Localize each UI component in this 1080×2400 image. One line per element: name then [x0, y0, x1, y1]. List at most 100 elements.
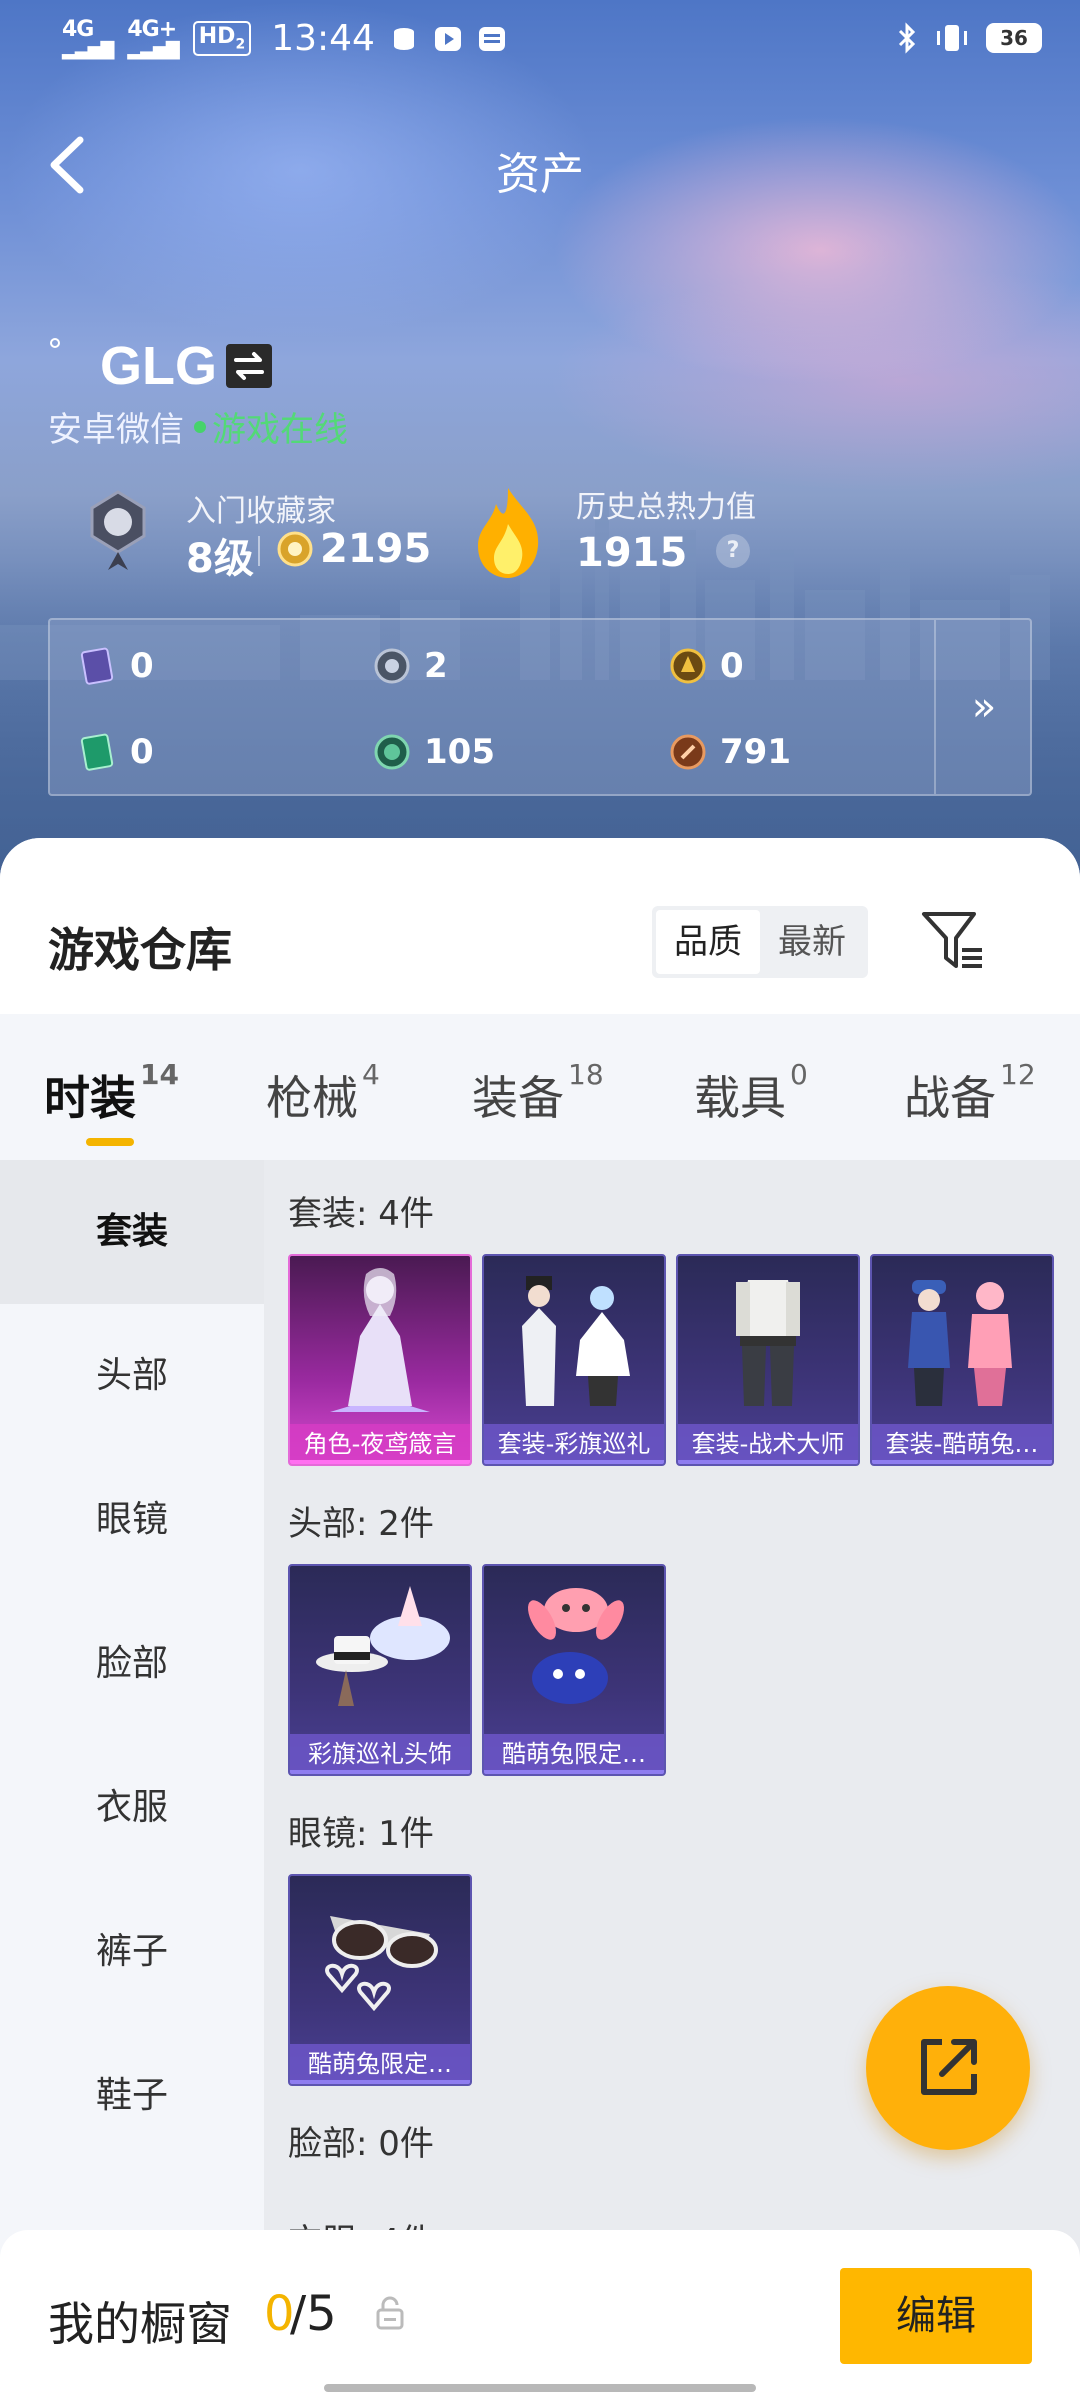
page-title: 资产	[496, 149, 584, 200]
item-label: 套装-战术大师	[678, 1424, 858, 1464]
rarity-bar	[872, 1460, 1052, 1464]
sidebar-item-clothes[interactable]: 衣服	[0, 1736, 264, 1880]
collector-medal-icon[interactable]	[78, 486, 158, 572]
item-image	[316, 1586, 450, 1706]
hd-voice-icon: HD2	[192, 21, 252, 56]
item-card[interactable]: 套装-彩旗巡礼	[482, 1254, 666, 1466]
rarity-bar	[484, 1770, 664, 1774]
item-image	[908, 1280, 1012, 1406]
collector-level: 8级	[186, 536, 254, 582]
asset-silver-token: 2	[374, 646, 448, 686]
vibrate-icon	[937, 25, 967, 51]
item-label: 套装-酷萌兔…	[872, 1424, 1052, 1464]
status-bar: 4G ▂▃▅▇ 4G+ ▂▃▅▇ HD2 13:44 36	[0, 0, 1080, 84]
warehouse-title: 游戏仓库	[48, 923, 232, 977]
item-image	[528, 1588, 624, 1704]
username: GLG	[100, 336, 217, 396]
heat-label: 历史总热力值	[576, 490, 756, 525]
showcase-bar: 我的橱窗 0 /5 编辑	[0, 2230, 1080, 2400]
collector-points: 2195	[320, 526, 432, 572]
platform-label: 安卓微信	[48, 410, 184, 450]
sort-quality-button[interactable]: 品质	[656, 910, 760, 974]
edit-button[interactable]: 编辑	[840, 2268, 1032, 2364]
gold-badge-icon	[277, 531, 313, 567]
sidebar-item-pants[interactable]: 裤子	[0, 1880, 264, 2024]
sort-newest-button[interactable]: 最新	[760, 910, 864, 974]
silver-token-icon	[374, 648, 410, 684]
showcase-label: 我的橱窗	[48, 2297, 232, 2351]
online-status: 游戏在线	[212, 410, 348, 450]
sidebar-item-head[interactable]: 头部	[0, 1304, 264, 1448]
item-card[interactable]: 套装-酷萌兔…	[870, 1254, 1054, 1466]
switch-account-icon[interactable]	[226, 344, 272, 388]
help-icon[interactable]: ?	[716, 534, 750, 568]
tab-guns[interactable]: 枪械 4	[266, 1058, 380, 1128]
item-label: 彩旗巡礼头饰	[290, 1734, 470, 1774]
home-indicator[interactable]	[324, 2384, 756, 2392]
purple-card-icon	[80, 647, 114, 685]
tab-combat-gear[interactable]: 战备 12	[904, 1058, 1036, 1128]
online-dot-icon	[194, 420, 206, 433]
collector-title: 入门收藏家	[186, 494, 336, 529]
section-title-glasses: 眼镜: 1件	[288, 1814, 434, 1854]
lock-icon	[376, 2296, 404, 2330]
green-card-icon	[80, 733, 114, 771]
tab-equipment[interactable]: 装备 18	[472, 1058, 604, 1128]
section-title-head: 头部: 2件	[288, 1504, 434, 1544]
asset-gold-token: 0	[670, 646, 744, 686]
heat-value: 1915	[576, 530, 688, 576]
divider	[258, 536, 260, 566]
item-label: 酷萌兔限定…	[484, 1734, 664, 1774]
rarity-bar	[290, 1770, 470, 1774]
video-app-icon	[434, 26, 461, 51]
item-image	[325, 1916, 438, 2012]
item-card[interactable]: 酷萌兔限定…	[288, 1874, 472, 2086]
section-title-suit: 套装: 4件	[288, 1194, 434, 1234]
gold-token-icon	[670, 648, 706, 684]
ring-icon	[50, 338, 60, 348]
sidebar-item-face[interactable]: 脸部	[0, 1592, 264, 1736]
bronze-coin-icon	[670, 734, 706, 770]
clock: 13:44	[271, 18, 375, 59]
subcategory-sidebar: 套装 头部 眼镜 脸部 衣服 裤子 鞋子	[0, 1160, 264, 2400]
rarity-bar	[290, 2080, 470, 2084]
sidebar-item-shoes[interactable]: 鞋子	[0, 2024, 264, 2168]
rarity-bar	[290, 1460, 470, 1464]
rarity-bar	[484, 1460, 664, 1464]
tab-active-indicator	[86, 1138, 134, 1146]
asset-purple-card: 0	[80, 646, 154, 686]
warehouse-header: 游戏仓库 品质 最新	[0, 838, 1080, 1014]
asset-bronze-coin: 791	[670, 732, 791, 772]
assets-panel[interactable]: 0 2 0 0 105 791 »	[48, 618, 1032, 796]
asset-green-coin: 105	[374, 732, 495, 772]
sidebar-item-glasses[interactable]: 眼镜	[0, 1448, 264, 1592]
green-coin-icon	[374, 734, 410, 770]
tab-fashion[interactable]: 时装 14	[44, 1058, 179, 1128]
warehouse-sheet: 游戏仓库 品质 最新 时装 14 枪械 4 装备 18 载具 0 战备 12 套装 头部 …	[0, 838, 1080, 2400]
item-card[interactable]: 酷萌兔限定…	[482, 1564, 666, 1776]
item-image	[522, 1276, 630, 1406]
platform-row: 安卓微信 游戏在线	[48, 402, 348, 451]
sidebar-item-suit[interactable]: 套装	[0, 1160, 264, 1304]
filter-icon[interactable]	[918, 908, 988, 974]
item-label: 角色-夜鸢箴言	[290, 1424, 470, 1464]
showcase-count-total: /5	[290, 2286, 337, 2342]
asset-green-card: 0	[80, 732, 154, 772]
item-image	[736, 1280, 800, 1406]
item-card[interactable]: 角色-夜鸢箴言	[288, 1254, 472, 1466]
section-title-face: 脸部: 0件	[288, 2124, 434, 2164]
share-fab-button[interactable]	[866, 1986, 1030, 2150]
battery-icon: 36	[986, 23, 1042, 53]
assets-expand-icon[interactable]: »	[936, 620, 1032, 794]
rarity-bar	[678, 1460, 858, 1464]
share-export-icon	[921, 2039, 977, 2095]
item-image	[330, 1268, 430, 1412]
sort-toggle: 品质 最新	[652, 906, 868, 978]
heat-flame-icon[interactable]	[468, 484, 548, 580]
category-tabs: 时装 14 枪械 4 装备 18 载具 0 战备 12	[0, 1014, 1080, 1160]
item-card[interactable]: 彩旗巡礼头饰	[288, 1564, 472, 1776]
item-grid: 套装: 4件 角色-夜鸢箴言 套装-彩旗巡礼 套装-战术大师 套装-酷萌兔… 头…	[264, 1160, 1080, 2400]
item-card[interactable]: 套装-战术大师	[676, 1254, 860, 1466]
tab-vehicles[interactable]: 载具 0	[694, 1058, 808, 1128]
wallet-app-icon	[478, 26, 505, 51]
